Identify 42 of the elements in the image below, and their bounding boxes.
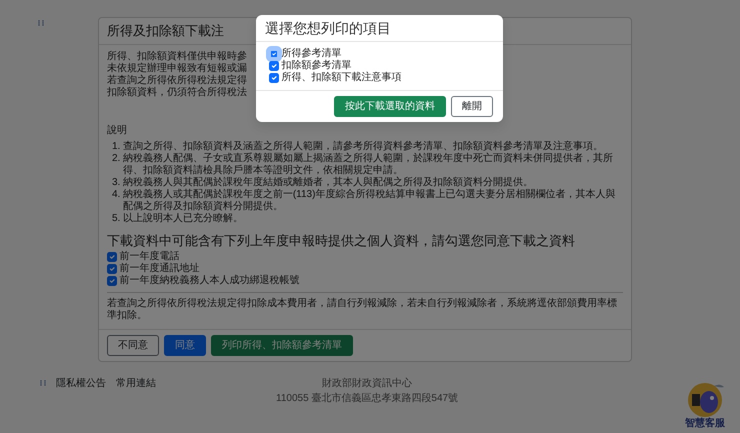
note-text: 納稅義務人與其配偶於課稅年度結婚或離婚者，其本人與配偶之所得及扣除額資料分開提供。	[122, 177, 533, 189]
checkbox-label: 前一年度納稅義務人本人成功綁退稅帳號	[120, 275, 300, 287]
notes-label: 說明	[107, 125, 127, 137]
action-button[interactable]: 同意	[164, 335, 206, 356]
option-checkbox[interactable]	[269, 49, 279, 59]
list-number: 1.	[112, 141, 120, 153]
note-text: 以上說明本人已充分瞭解。	[122, 213, 243, 225]
list-number: 2.	[112, 153, 120, 166]
note-text: 納稅義務人或其配偶於課稅年度之前一(113)年度綜合所得稅結算申報書上已勾選夫妻分居相關欄位者，其本人與配偶之所得及扣除額資料分開提供。	[122, 189, 616, 212]
consent-heading: 下載資料中可能含有下列上年度申報時提供之個人資料，請勾選您同意下載之資料	[107, 233, 576, 249]
footer-link[interactable]: 常用連結	[116, 376, 156, 391]
intro-text: 若查詢之所得依所得稅法規定得	[107, 75, 247, 86]
footer-link[interactable]: 隱私權公告	[56, 376, 106, 391]
option-label: 所得參考清單	[282, 48, 342, 60]
cost-note: 若查詢之所得依所得稅法規定得扣除成本費用者，請自行列報減除，若未自行列報減除者，系統將逕依部頒費用率標準扣除。	[107, 298, 618, 322]
intro-text: 未依規定辦理申報致有短報或漏	[107, 63, 247, 75]
action-button[interactable]: 不同意	[107, 335, 159, 356]
list-number: 3.	[112, 177, 120, 189]
consent-checkbox[interactable]	[107, 264, 117, 274]
grip-icon	[38, 20, 44, 26]
address-text: 110055 臺北市信義區忠孝東路四段547號	[276, 392, 458, 406]
consent-checkbox[interactable]	[107, 252, 117, 262]
org-name: 財政部財政資訊中心	[321, 376, 414, 391]
chatbot-label: 智慧客服	[685, 418, 725, 430]
note-text: 查詢之所得、扣除額資料及涵蓋之所得人範圍，請參考所得資料參考清單、扣除額資料參考清單及注意事項。	[122, 141, 603, 153]
list-number: 4.	[112, 189, 120, 202]
checkbox-label: 前一年度通訊地址	[120, 263, 200, 274]
option-label: 所得、扣除額下載注意事項	[282, 72, 402, 84]
intro-text: 所得、扣除額資料僅供申報時參	[107, 51, 247, 63]
dialog-button[interactable]: 離開	[451, 96, 493, 117]
option-checkbox[interactable]	[269, 73, 279, 83]
note-text: 納稅義務人配偶、子女或直系尊親屬如屬上揭涵蓋之所得人範圍，於課稅年度中死亡而資料未併同提供者，其所得、扣除額資料請檢具除戶謄本等證明文件，依相關規定申請。	[122, 153, 614, 177]
consent-checkbox[interactable]	[107, 276, 117, 286]
action-button[interactable]: 列印所得、扣除額參考清單	[211, 335, 353, 356]
option-checkbox[interactable]	[269, 61, 279, 71]
intro-text: 扣除額資料，仍須符合所得稅法	[107, 87, 247, 99]
grip-icon	[40, 380, 46, 386]
option-label: 扣除額參考清單	[282, 60, 352, 72]
list-number: 5.	[112, 213, 120, 225]
checkbox-label: 前一年度電話	[120, 251, 180, 262]
dialog-button[interactable]: 按此下載選取的資料	[334, 96, 446, 117]
dialog-title: 選擇您想列印的項目	[256, 15, 503, 42]
